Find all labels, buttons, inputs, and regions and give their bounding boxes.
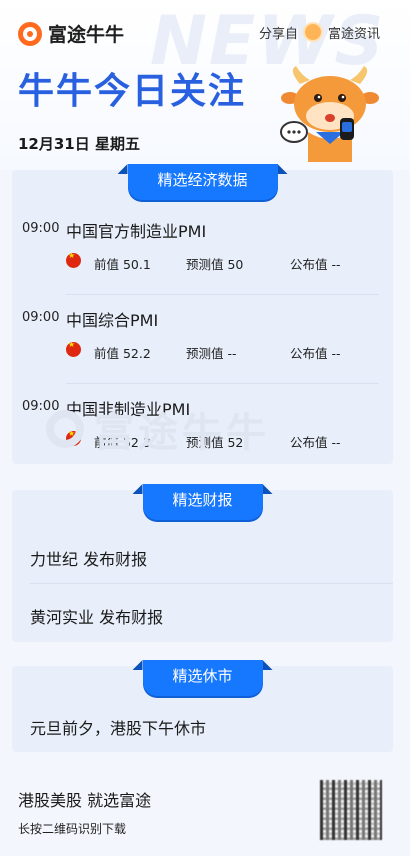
footer-slogan: 港股美股 就选富途 <box>18 791 152 810</box>
econ-time: 09:00 <box>22 310 60 325</box>
footer-hint: 长按二维码识别下载 <box>18 822 127 836</box>
earnings-item[interactable]: 黄河实业 发布财报 <box>30 604 163 628</box>
forecast-value: 预测值 -- <box>186 346 237 361</box>
hero-header: NEWS 富途牛牛 分享自 富途资讯 牛牛今日关注 12月31日 星期五 <box>0 0 410 170</box>
china-flag-icon <box>66 342 81 357</box>
published-value: 公布值 -- <box>290 435 341 450</box>
econ-time: 09:00 <box>22 221 60 236</box>
share-source: 分享自 富途资讯 <box>259 22 380 42</box>
previous-value: 前值 52.2 <box>94 346 151 361</box>
holiday-panel: 精选休市 元旦前夕，港股下午休市 <box>12 660 393 752</box>
share-prefix: 分享自 <box>258 26 298 42</box>
earnings-panel: 精选财报 力世纪 发布财报 黄河实业 发布财报 <box>12 484 393 642</box>
published-value: 公布值 -- <box>290 346 341 361</box>
econ-item[interactable]: 09:00 中国官方制造业PMI 前值 50.1 预测值 50 公布值 -- <box>12 206 393 295</box>
futu-logo: 富途牛牛 <box>18 20 124 47</box>
econ-title: 中国综合PMI <box>66 311 159 330</box>
econ-item[interactable]: 09:00 中国综合PMI 前值 52.2 预测值 -- 公布值 -- <box>12 295 393 384</box>
holiday-item[interactable]: 元旦前夕，港股下午休市 <box>30 715 206 739</box>
bull-mascot-icon <box>280 66 379 162</box>
previous-value: 前值 50.1 <box>94 257 151 272</box>
holiday-tab: 精选休市 <box>142 660 263 696</box>
date-label: 12月31日 星期五 <box>18 135 140 153</box>
watermark-logo-icon <box>46 410 84 448</box>
econ-tab: 精选经济数据 <box>127 164 278 200</box>
page-title: 牛牛今日关注 <box>18 71 247 112</box>
brand-watermark: 富途牛牛 <box>46 400 270 458</box>
forecast-value: 预测值 50 <box>186 257 244 272</box>
earnings-tab: 精选财报 <box>142 484 263 520</box>
divider <box>30 583 393 584</box>
china-flag-icon <box>66 253 81 268</box>
qr-code[interactable] <box>320 780 382 840</box>
logo-text: 富途牛牛 <box>48 24 125 46</box>
source-avatar <box>302 22 323 42</box>
econ-title: 中国官方制造业PMI <box>66 222 207 241</box>
earnings-item[interactable]: 力世纪 发布财报 <box>30 546 147 570</box>
watermark-text: 富途牛牛 <box>94 410 270 456</box>
published-value: 公布值 -- <box>290 257 341 272</box>
share-source-name: 富途资讯 <box>327 26 380 42</box>
futu-logo-icon <box>18 21 42 46</box>
